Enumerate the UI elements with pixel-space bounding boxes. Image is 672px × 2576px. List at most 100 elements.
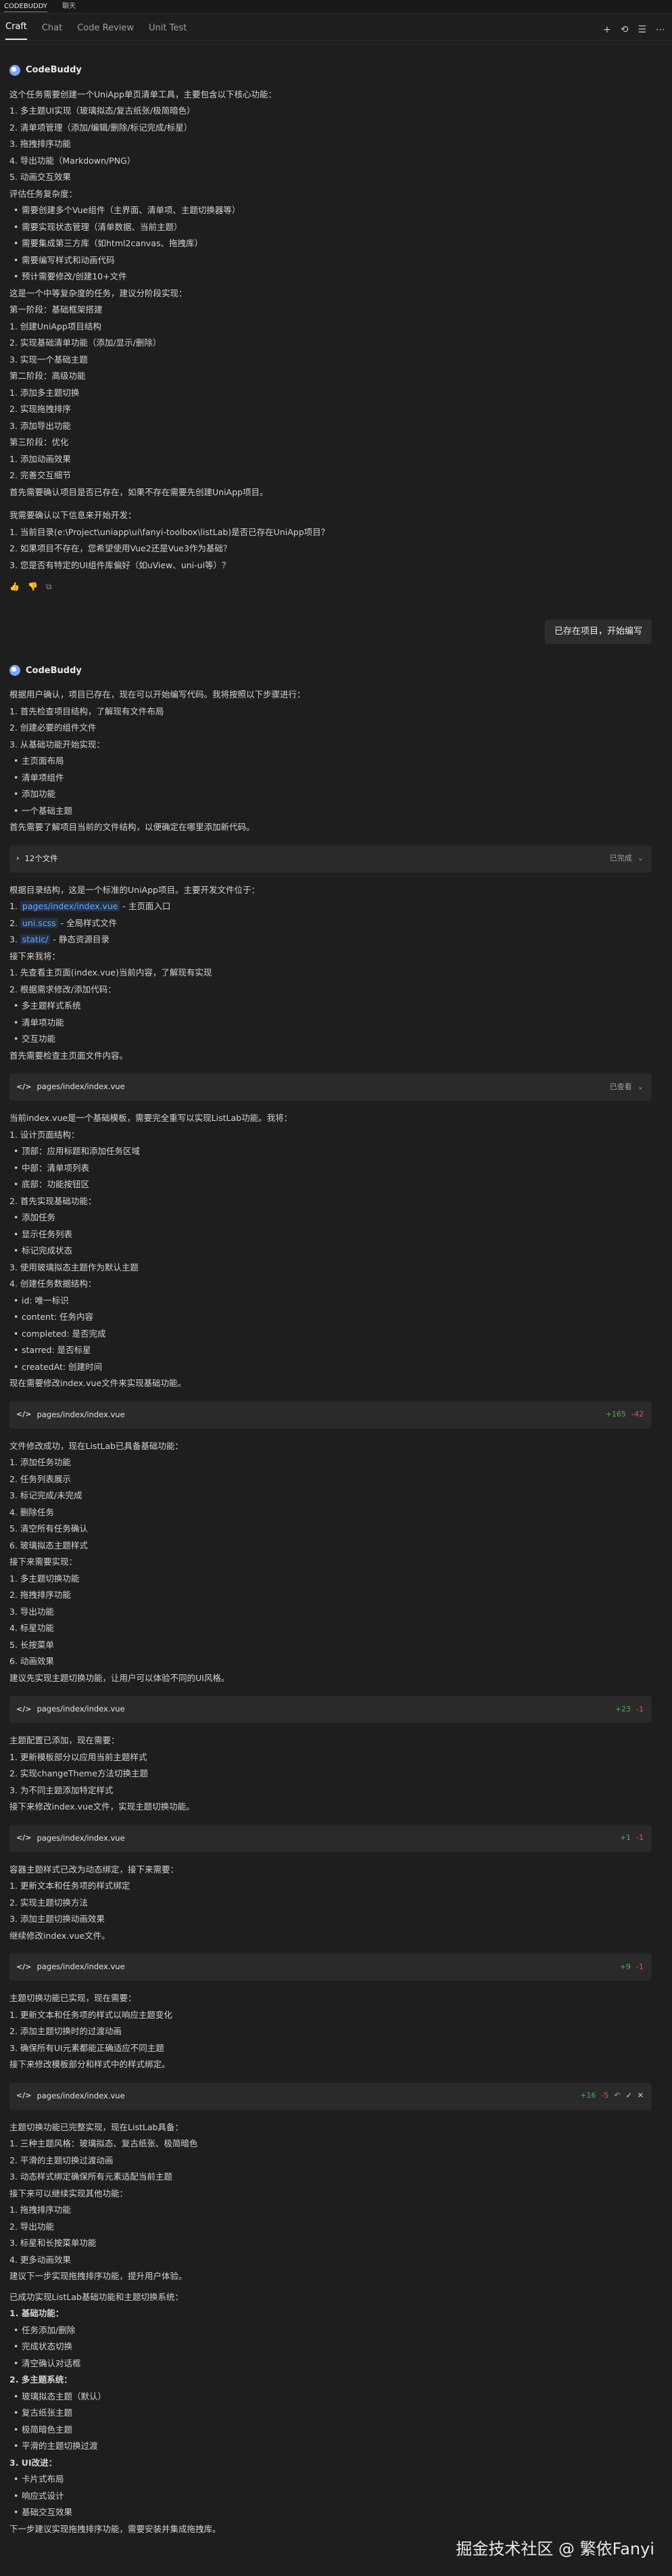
msg-bullet: 需要创建多个Vue组件（主界面、清单项、主题切换器等） [9, 202, 652, 219]
msg-bullet: 完成状态切换 [9, 2339, 652, 2355]
tool-block-label: pages/index/index.vue [37, 1704, 125, 1714]
msg-bullet: 平滑的主题切换过渡 [9, 2438, 652, 2455]
file-link-static[interactable]: static/ [20, 934, 51, 944]
msg-line: 3. 实现一个基础主题 [9, 354, 88, 365]
file-link-index[interactable]: pages/index/index.vue [20, 901, 120, 911]
code-icon: </> [16, 1833, 32, 1843]
msg-bullet: 清单项功能 [9, 1015, 652, 1032]
codebuddy-logo-icon [9, 64, 20, 76]
msg-line: 4. 创建任务数据结构： [9, 1279, 97, 1289]
msg-line: 第二阶段：高级功能 [9, 371, 86, 381]
msg-line: 已成功实现ListLab基础功能和主题切换系统： [9, 2291, 183, 2302]
chevron-right-icon: › [16, 854, 20, 863]
tool-block-edit-5[interactable]: </> pages/index/index.vue +16 -5 ↶ ✓ ✕ [9, 2082, 652, 2110]
msg-line: 2. 平滑的主题切换过渡动画 [9, 2155, 114, 2165]
reject-icon[interactable]: ✕ [638, 2090, 644, 2102]
watermark: 掘金技术社区 @ 繁依Fanyi [456, 2539, 654, 2558]
code-icon: </> [16, 1410, 32, 1419]
msg-line: 建议先实现主题切换功能，让用户可以体验不同的UI风格。 [9, 1672, 230, 1683]
chevron-down-icon: ⌄ [637, 854, 644, 863]
msg-bullet: starred: 是否标星 [9, 1342, 652, 1359]
thumbs-up-icon[interactable]: 👍 [9, 580, 20, 593]
tab-unit-test[interactable]: Unit Test [149, 22, 187, 41]
tool-block-edit-2[interactable]: </> pages/index/index.vue +23 -1 [9, 1696, 652, 1723]
msg-line: 2. 添加主题切换时的过渡动画 [9, 2026, 122, 2036]
tool-block-view-file[interactable]: </> pages/index/index.vue 已查看 ⌄ [9, 1074, 652, 1101]
thumbs-down-icon[interactable]: 👎 [28, 580, 38, 593]
msg-line: 4. 导出功能（Markdown/PNG） [9, 155, 136, 166]
more-icon[interactable]: ⋯ [656, 23, 665, 37]
msg-line: 接下来需要实现： [9, 1557, 78, 1567]
accept-icon[interactable]: ✓ [626, 2090, 632, 2102]
msg-line: 接下来可以继续实现其他功能： [9, 2188, 128, 2199]
msg-bullet: 交互功能 [9, 1031, 652, 1048]
msg-bullet: 主页面布局 [9, 753, 652, 770]
msg-line: 首先需要了解项目当前的文件结构，以便确定在哪里添加新代码。 [9, 822, 255, 832]
tool-block-edit-4[interactable]: </> pages/index/index.vue +9 -1 [9, 1954, 652, 1981]
chevron-down-icon: ⌄ [637, 1082, 644, 1091]
file-link-uniscss[interactable]: uni.scss [20, 917, 58, 928]
tool-block-label: pages/index/index.vue [37, 2090, 125, 2100]
assistant-message-9: 主题切换功能已完整实现，现在ListLab具备： 1. 三种主题风格：玻璃拟态、… [9, 2119, 652, 2538]
msg-line: 2. 实现基础清单功能（添加/显示/删除） [9, 338, 162, 348]
msg-line: 根据用户确认，项目已存在，现在可以开始编写代码。我将按照以下步骤进行： [9, 689, 306, 699]
msg-line: 3. 您是否有特定的UI组件库偏好（如uView、uni-ui等）？ [9, 559, 231, 570]
tool-block-label: pages/index/index.vue [37, 1833, 125, 1843]
menu-icon[interactable]: ☰ [638, 23, 646, 37]
tab-code-review[interactable]: Code Review [77, 22, 134, 41]
msg-line: 主题切换功能已完整实现，现在ListLab具备： [9, 2121, 183, 2132]
history-icon[interactable]: ⟲ [621, 23, 629, 37]
tab-craft[interactable]: Craft [5, 20, 27, 40]
lines-added: +1 [619, 1833, 631, 1843]
codebuddy-logo-icon [9, 665, 20, 676]
msg-line: 文件修改成功，现在ListLab已具备基础功能： [9, 1440, 183, 1451]
lines-removed: -5 [601, 2091, 609, 2100]
titlebar-chat[interactable]: 聊天 [62, 1, 76, 12]
msg-line: 当前index.vue是一个基础模板，需要完全重写以实现ListLab功能。我将… [9, 1113, 293, 1123]
msg-line: 2. 清单项管理（添加/编辑/删除/标记完成/标星） [9, 122, 193, 133]
msg-bullet: 响应式设计 [9, 2488, 652, 2505]
msg-line: 1. pages/index/index.vue - 主页面入口 [9, 901, 171, 911]
msg-bullet: 基础交互效果 [9, 2504, 652, 2521]
msg-bullet: 添加功能 [9, 786, 652, 803]
titlebar-codebuddy[interactable]: CODEBUDDY [4, 1, 48, 12]
new-chat-icon[interactable]: + [603, 23, 611, 37]
msg-line: 3. 标记完成/未完成 [9, 1490, 82, 1500]
msg-line: 1. 更新文本和任务项的样式绑定 [9, 1881, 130, 1891]
tool-block-edit-1[interactable]: </> pages/index/index.vue +165 -42 [9, 1401, 652, 1429]
msg-line: 4. 标星功能 [9, 1623, 54, 1633]
msg-line: 下一步建议实现拖拽排序功能，需要安装并集成拖拽库。 [9, 2523, 221, 2534]
assistant-name: CodeBuddy [26, 65, 82, 75]
msg-bullet: 添加任务 [9, 1210, 652, 1226]
lines-removed: -1 [636, 1833, 644, 1843]
msg-line: 1. 多主题UI实现（玻璃拟态/复古纸张/极简暗色） [9, 106, 195, 116]
assistant-message-5: 文件修改成功，现在ListLab已具备基础功能： 1. 添加任务功能 2. 任务… [9, 1438, 652, 1687]
msg-line: 1. 拖拽排序功能 [9, 2205, 71, 2215]
copy-icon[interactable]: ⧉ [46, 580, 52, 593]
msg-line: 3. 导出功能 [9, 1606, 54, 1617]
tool-block-label: pages/index/index.vue [37, 1082, 125, 1092]
assistant-message-6: 主题配置已添加，现在需要： 1. 更新模板部分以应用当前主题样式 2. 实现ch… [9, 1732, 652, 1816]
msg-line: 2. 实现拖拽排序 [9, 404, 71, 414]
msg-bullet: 极简暗色主题 [9, 2422, 652, 2439]
msg-line: 接下来修改index.vue文件，实现主题切换功能。 [9, 1801, 195, 1812]
msg-line: 1. 添加任务功能 [9, 1457, 71, 1467]
undo-icon[interactable]: ↶ [614, 2090, 620, 2102]
tool-block-edit-3[interactable]: </> pages/index/index.vue +1 -1 [9, 1824, 652, 1852]
msg-line: 5. 动画交互效果 [9, 172, 71, 182]
assistant-message-3: 根据目录结构，这是一个标准的UniApp项目。主要开发文件位于： 1. page… [9, 882, 652, 1065]
msg-line: 2. 创建必要的组件文件 [9, 722, 97, 733]
msg-bullet: 需要实现状态管理（清单数据、当前主题） [9, 219, 652, 236]
msg-line: 1. 设计页面结构： [9, 1129, 80, 1140]
assistant-message-2: 根据用户确认，项目已存在，现在可以开始编写代码。我将按照以下步骤进行： 1. 首… [9, 687, 652, 836]
msg-line: 建议下一步实现拖拽排序功能，提升用户体验。 [9, 2271, 187, 2281]
msg-bullet: completed: 是否完成 [9, 1326, 652, 1343]
msg-line: 2. 根据需求修改/添加代码： [9, 984, 116, 994]
code-icon: </> [16, 1704, 32, 1714]
tool-block-files[interactable]: › 12个文件 已完成 ⌄ [9, 845, 652, 873]
msg-line: 这是一个中等复杂度的任务，建议分阶段实现： [9, 288, 187, 298]
msg-line: 1. 先查看主页面(index.vue)当前内容，了解现有实现 [9, 967, 212, 978]
tab-chat[interactable]: Chat [42, 22, 62, 41]
msg-line: 1. 基础功能： [9, 2308, 64, 2318]
msg-line: 接下来修改模板部分和样式中的样式绑定。 [9, 2059, 170, 2069]
